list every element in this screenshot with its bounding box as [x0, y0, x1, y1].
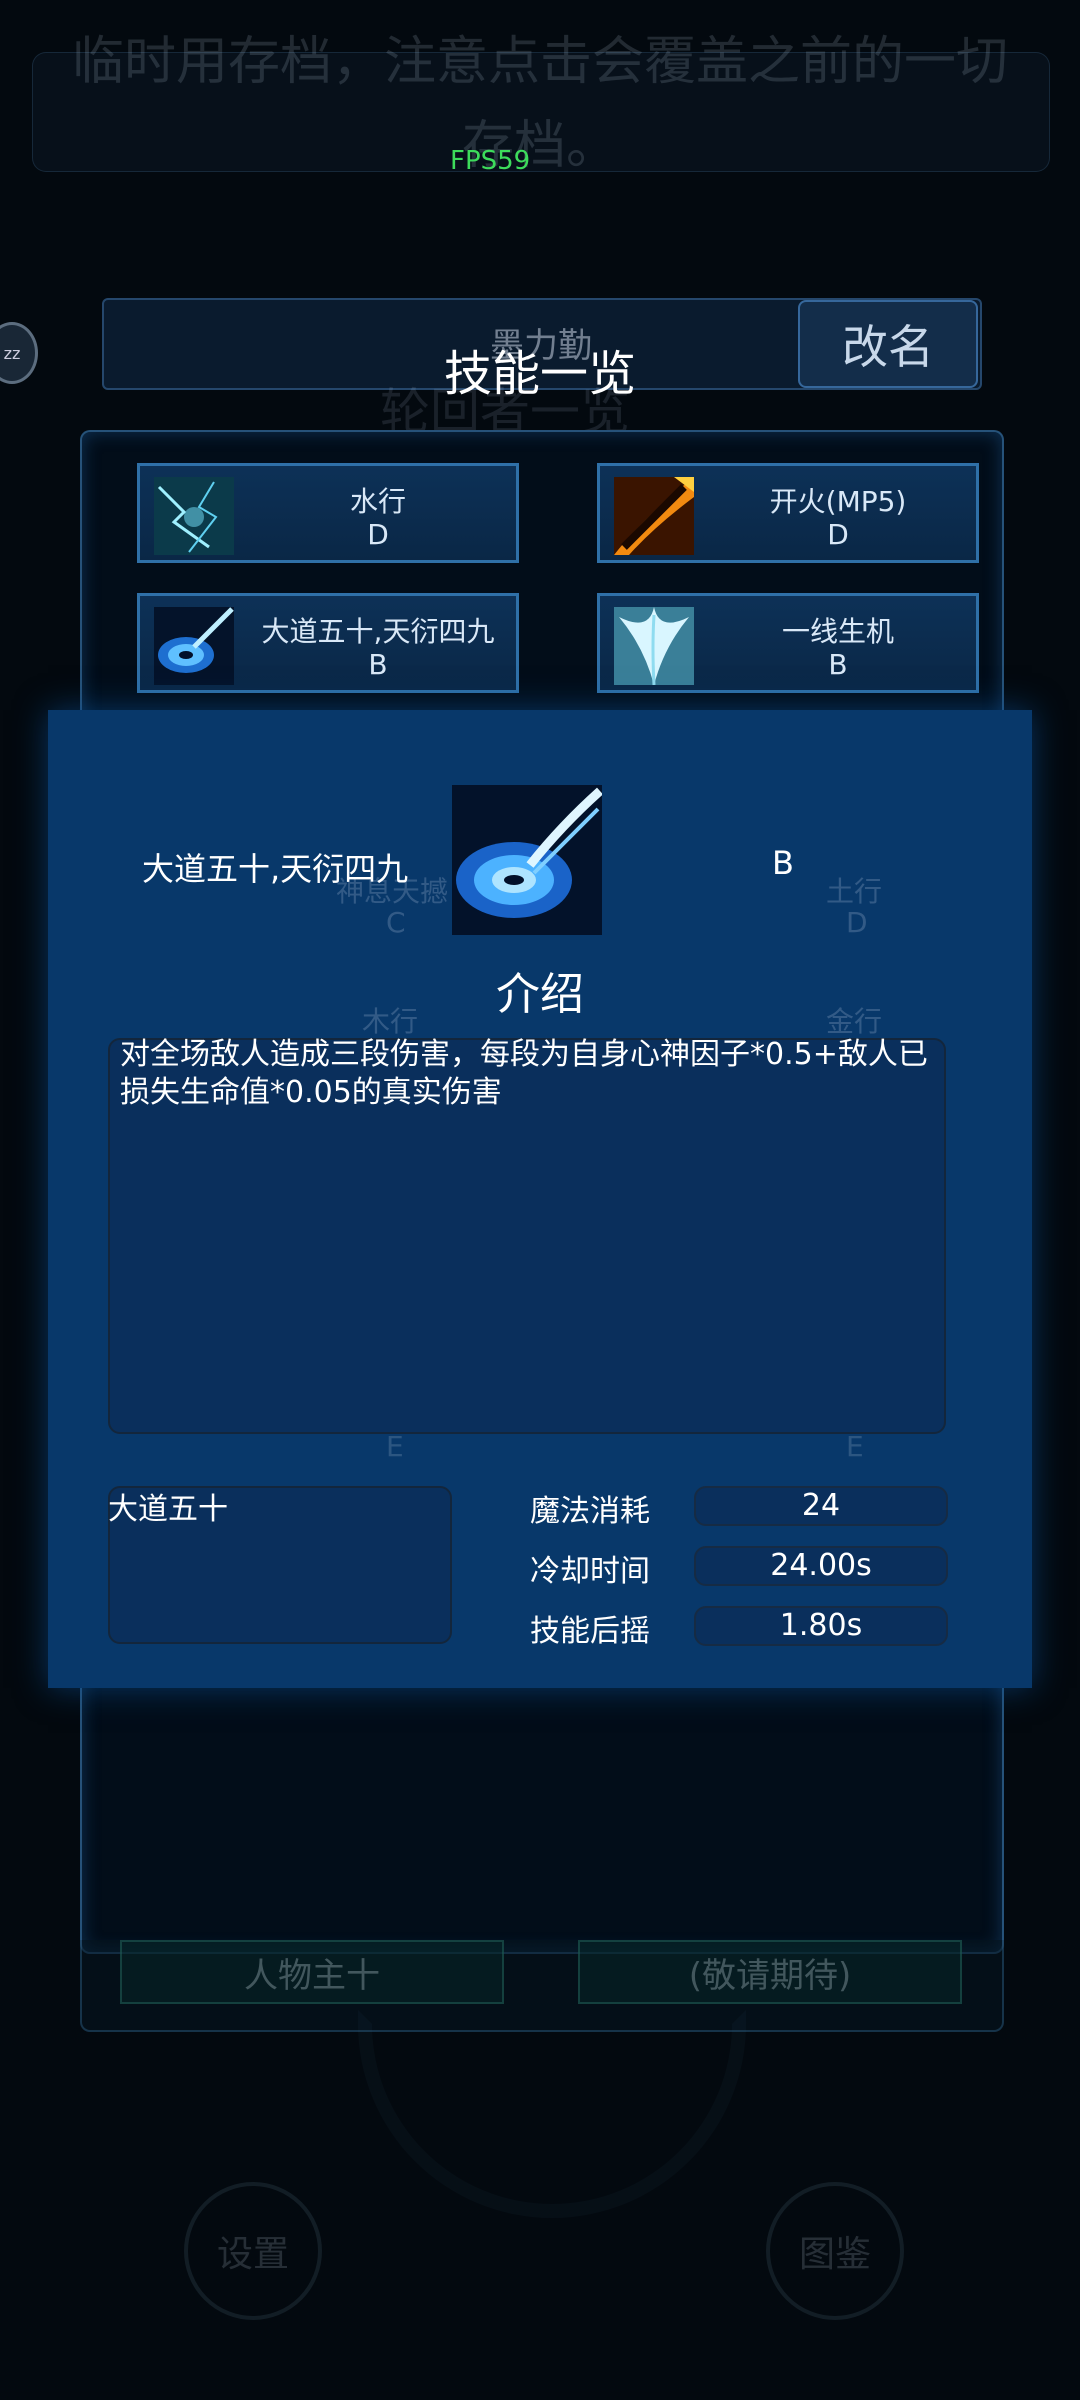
save-notice-text: 临时用存档，注意点击会覆盖之前的一切 存档。	[71, 32, 1008, 176]
skill-grade: D	[827, 518, 849, 551]
skill-name: 水行	[349, 485, 406, 518]
detail-skill-grade: B	[772, 844, 794, 882]
skill-card-dadao[interactable]: 大道五十,天衍四九 B	[137, 593, 519, 693]
recovery-value: 1.80s	[694, 1606, 948, 1646]
skill-name: 一线生机	[781, 615, 894, 648]
detail-skill-name: 大道五十,天衍四九	[142, 850, 409, 888]
ghost-skill-grade: D	[846, 906, 868, 939]
skill-grade: D	[367, 518, 389, 551]
panel-title: 技能一览	[443, 346, 636, 402]
vortex-icon	[154, 607, 234, 685]
vortex-icon	[452, 785, 602, 935]
ghost-skill-grade: E	[846, 1430, 864, 1463]
skill-description: 对全场敌人造成三段伤害，每段为自身心神因子*0.5+敌人已损失生命值*0.05的…	[120, 1037, 928, 1110]
skill-card-water[interactable]: 水行 D	[137, 463, 519, 563]
ghost-skill-grade: E	[386, 1430, 404, 1463]
ice-wing-icon	[614, 607, 694, 685]
ghost-skill-grade: C	[386, 906, 406, 939]
fire-slash-icon	[614, 477, 694, 555]
cooldown-value: 24.00s	[694, 1546, 948, 1586]
mana-cost-value: 24	[694, 1486, 948, 1526]
recovery-label: 技能后摇	[530, 1614, 650, 1649]
center-ring-decoration	[358, 2010, 746, 2218]
skill-name: 大道五十,天衍四九	[261, 615, 495, 648]
skill-card-yixian[interactable]: 一线生机 B	[597, 593, 979, 693]
footer-button-left[interactable]: 人物主十	[120, 1940, 504, 2004]
intro-heading: 介绍	[496, 969, 584, 1020]
codex-button[interactable]: 图鉴	[766, 2182, 904, 2320]
skill-name: 开火(MP5)	[769, 485, 907, 518]
cooldown-label: 冷却时间	[530, 1554, 650, 1589]
settings-button[interactable]: 设置	[184, 2182, 322, 2320]
fps-counter: FPS59	[450, 146, 531, 176]
skill-card-fire[interactable]: 开火(MP5) D	[597, 463, 979, 563]
footer-button-right[interactable]: (敬请期待)	[578, 1940, 962, 2004]
skill-grade: B	[368, 648, 388, 681]
ghost-skill-name: 土行	[826, 875, 883, 908]
skill-grade: B	[828, 648, 848, 681]
mana-cost-label: 魔法消耗	[530, 1494, 650, 1529]
water-lightning-icon	[154, 477, 234, 555]
sub-skill-name: 大道五十	[108, 1492, 228, 1527]
